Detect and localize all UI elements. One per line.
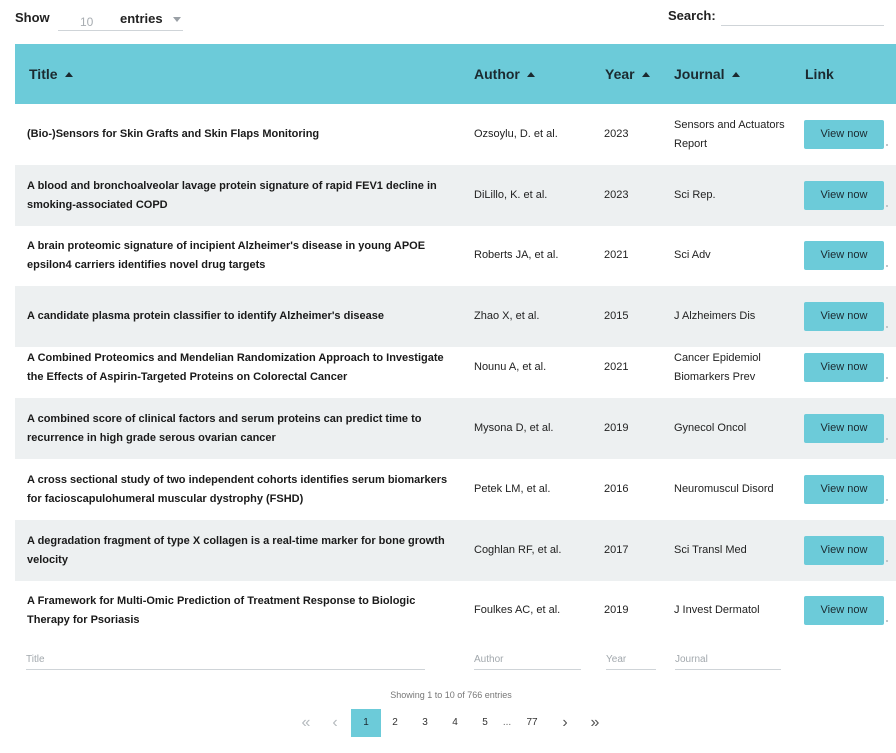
row-title: A degradation fragment of type X collage… — [27, 535, 445, 566]
row-journal: J Invest Dermatol — [674, 604, 760, 616]
entries-per-page-value: 10 — [80, 15, 94, 29]
row-title: A brain proteomic signature of incipient… — [27, 240, 426, 271]
view-now-button[interactable]: View now — [804, 120, 884, 149]
table-info: Showing 1 to 10 of 766 entries — [390, 690, 512, 700]
row-title: A Combined Proteomics and Mendelian Rand… — [27, 352, 444, 383]
table-row: A brain proteomic signature of incipient… — [15, 225, 896, 286]
row-year: 2023 — [604, 189, 629, 201]
table-row: A Framework for Multi-Omic Prediction of… — [15, 580, 896, 641]
row-edge-marker — [886, 205, 888, 207]
view-now-button[interactable]: View now — [804, 475, 884, 504]
row-edge-marker — [886, 560, 888, 562]
view-now-button[interactable]: View now — [804, 596, 884, 625]
column-header-year[interactable]: Year — [605, 66, 650, 82]
row-year: 2017 — [604, 544, 629, 556]
search-label: Search: — [668, 8, 716, 23]
page-button-3[interactable]: 3 — [415, 709, 435, 737]
caret-down-icon — [173, 17, 181, 22]
row-edge-marker — [886, 499, 888, 501]
page-button-4[interactable]: 4 — [445, 709, 465, 737]
row-journal: Cancer Epidemiol Biomarkers Prev — [674, 352, 761, 383]
table-header: Title Author Year Journal Link — [15, 44, 896, 104]
column-header-journal[interactable]: Journal — [674, 66, 740, 82]
search-input[interactable] — [721, 4, 884, 26]
column-header-title[interactable]: Title — [29, 66, 73, 82]
row-title: A Framework for Multi-Omic Prediction of… — [27, 595, 416, 626]
page-button-77[interactable]: 77 — [518, 709, 546, 737]
view-now-button[interactable]: View now — [804, 353, 884, 382]
view-now-button[interactable]: View now — [804, 414, 884, 443]
row-author: Foulkes AC, et al. — [474, 604, 561, 616]
journal-filter-input[interactable] — [675, 650, 781, 670]
show-label: Show — [15, 10, 50, 25]
row-edge-marker — [886, 620, 888, 622]
sort-ascending-icon — [641, 72, 650, 77]
row-journal: Sci Rep. — [674, 189, 716, 201]
next-page-icon[interactable]: › — [556, 709, 574, 737]
row-author: Mysona D, et al. — [474, 422, 554, 434]
row-author: Coghlan RF, et al. — [474, 544, 562, 556]
row-year: 2016 — [604, 483, 629, 495]
first-page-icon[interactable]: « — [297, 709, 315, 737]
row-title: A candidate plasma protein classifier to… — [27, 310, 384, 322]
row-year: 2023 — [604, 128, 629, 140]
table-row: A combined score of clinical factors and… — [15, 398, 896, 459]
last-page-icon[interactable]: » — [586, 709, 604, 737]
page-button-5[interactable]: 5 — [475, 709, 495, 737]
row-author: Ozsoylu, D. et al. — [474, 128, 558, 140]
row-year: 2019 — [604, 422, 629, 434]
row-journal: Sci Transl Med — [674, 544, 747, 556]
row-title: A cross sectional study of two independe… — [27, 474, 448, 505]
row-title: A combined score of clinical factors and… — [27, 413, 422, 444]
row-edge-marker — [886, 144, 888, 146]
column-header-link: Link — [805, 66, 834, 82]
row-title: (Bio-)Sensors for Skin Grafts and Skin F… — [27, 128, 320, 140]
row-year: 2019 — [604, 604, 629, 616]
row-year: 2021 — [604, 249, 629, 261]
row-journal: J Alzheimers Dis — [674, 310, 756, 322]
row-edge-marker — [886, 265, 888, 267]
view-now-button[interactable]: View now — [804, 536, 884, 565]
view-now-button[interactable]: View now — [804, 241, 884, 270]
row-year: 2021 — [604, 361, 629, 373]
table-controls: Show 10 entries Search: — [0, 0, 896, 40]
row-author: DiLillo, K. et al. — [474, 189, 548, 201]
row-author: Petek LM, et al. — [474, 483, 551, 495]
row-edge-marker — [886, 438, 888, 440]
pagination-ellipsis: ... — [502, 717, 512, 728]
page-button-2[interactable]: 2 — [385, 709, 405, 737]
view-now-button[interactable]: View now — [804, 302, 884, 331]
row-journal: Sci Adv — [674, 249, 711, 261]
title-filter-input[interactable] — [26, 650, 425, 670]
row-journal: Sensors and Actuators Report — [674, 119, 785, 150]
table-row: A cross sectional study of two independe… — [15, 459, 896, 520]
table-row: A blood and bronchoalveolar lavage prote… — [15, 165, 896, 226]
entries-label: entries — [120, 11, 163, 26]
page-button-1[interactable]: 1 — [351, 709, 381, 737]
row-year: 2015 — [604, 310, 629, 322]
row-author: Nounu A, et al. — [474, 361, 547, 373]
view-now-button[interactable]: View now — [804, 181, 884, 210]
year-filter-input[interactable] — [606, 650, 656, 670]
row-author: Roberts JA, et al. — [474, 249, 559, 261]
sort-ascending-icon — [64, 72, 73, 77]
column-header-author[interactable]: Author — [474, 66, 535, 82]
sort-ascending-icon — [731, 72, 740, 77]
row-title: A blood and bronchoalveolar lavage prote… — [27, 180, 437, 211]
table-row: A Combined Proteomics and Mendelian Rand… — [15, 337, 896, 398]
table-row: A degradation fragment of type X collage… — [15, 520, 896, 581]
author-filter-input[interactable] — [474, 650, 581, 670]
row-author: Zhao X, et al. — [474, 310, 540, 322]
row-journal: Neuromuscul Disord — [674, 483, 774, 495]
previous-page-icon[interactable]: ‹ — [326, 709, 344, 737]
row-edge-marker — [886, 326, 888, 328]
row-edge-marker — [886, 377, 888, 379]
table-row: (Bio-)Sensors for Skin Grafts and Skin F… — [15, 104, 896, 165]
row-journal: Gynecol Oncol — [674, 422, 747, 434]
entries-per-page-select[interactable]: 10 entries — [58, 6, 183, 31]
sort-ascending-icon — [526, 72, 535, 77]
